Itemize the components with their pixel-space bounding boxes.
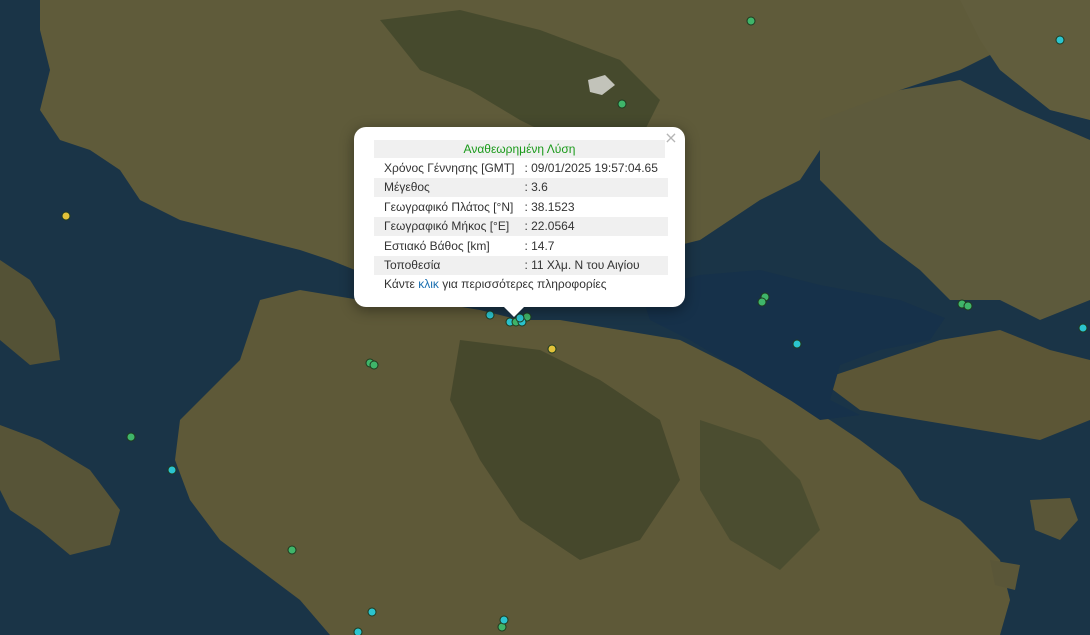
location-label: Τοποθεσία (374, 255, 525, 275)
map-terrain (0, 0, 1090, 635)
more-info-link[interactable]: κλικ (418, 277, 439, 291)
earthquake-marker-cyan[interactable] (485, 310, 495, 320)
magnitude-value: : 3.6 (524, 177, 668, 197)
location-value: : 11 Χλμ. Ν του Αιγίου (524, 255, 668, 275)
earthquake-marker-cyan[interactable] (792, 339, 802, 349)
earthquake-marker-cyan[interactable] (167, 465, 177, 475)
satellite-map[interactable] (0, 0, 1090, 635)
earthquake-popup: × Αναθεωρημένη Λύση Χρόνος Γέννησης [GMT… (354, 127, 685, 317)
earthquake-marker-cyan[interactable] (499, 615, 509, 625)
table-row: Εστιακό Βάθος [km] : 14.7 (374, 236, 668, 256)
depth-label: Εστιακό Βάθος [km] (384, 238, 490, 253)
more-info-line: Κάντε κλικ για περισσότερες πληροφορίες (374, 275, 665, 291)
longitude-value: : 22.0564 (524, 216, 668, 236)
earthquake-marker-cyan[interactable] (1078, 323, 1088, 333)
earthquake-marker-cyan[interactable] (353, 627, 363, 635)
table-row: Χρόνος Γέννησης [GMT] : 09/01/2025 19:57… (374, 158, 668, 178)
earthquake-marker-cyan[interactable] (1055, 35, 1065, 45)
earthquake-marker-cyan[interactable] (367, 607, 377, 617)
close-icon[interactable]: × (663, 130, 679, 146)
longitude-label: Γεωγραφικό Μήκος [°E] (374, 216, 525, 236)
earthquake-marker-yellow[interactable] (61, 211, 71, 221)
more-info-suffix: για περισσότερες πληροφορίες (438, 277, 607, 291)
magnitude-label: Μέγεθος (374, 177, 525, 197)
table-row: Μέγεθος : 3.6 (374, 177, 668, 197)
earthquake-marker-green[interactable] (963, 301, 973, 311)
origin-time-label: Χρόνος Γέννησης [GMT] (384, 160, 515, 175)
table-row: Γεωγραφικό Μήκος [°E] : 22.0564 (374, 216, 668, 236)
earthquake-marker-yellow[interactable] (547, 344, 557, 354)
earthquake-info-table: Χρόνος Γέννησης [GMT] : 09/01/2025 19:57… (374, 158, 668, 275)
depth-value: : 14.7 (524, 238, 555, 253)
earthquake-marker-green[interactable] (746, 16, 756, 26)
earthquake-marker-green[interactable] (126, 432, 136, 442)
latitude-value: : 38.1523 (524, 199, 575, 214)
earthquake-marker-green[interactable] (287, 545, 297, 555)
latitude-label: Γεωγραφικό Πλάτος [°N] (384, 199, 514, 214)
origin-time-value: : 09/01/2025 19:57:04.65 (524, 160, 658, 175)
popup-title: Αναθεωρημένη Λύση (374, 140, 665, 158)
earthquake-marker-green[interactable] (617, 99, 627, 109)
popup-tip (504, 307, 524, 317)
table-row: Γεωγραφικό Πλάτος [°N] : 38.1523 (374, 197, 668, 217)
earthquake-marker-green[interactable] (369, 360, 379, 370)
table-row: Τοποθεσία : 11 Χλμ. Ν του Αιγίου (374, 255, 668, 275)
earthquake-marker-green[interactable] (757, 297, 767, 307)
more-info-prefix: Κάντε (384, 277, 419, 291)
